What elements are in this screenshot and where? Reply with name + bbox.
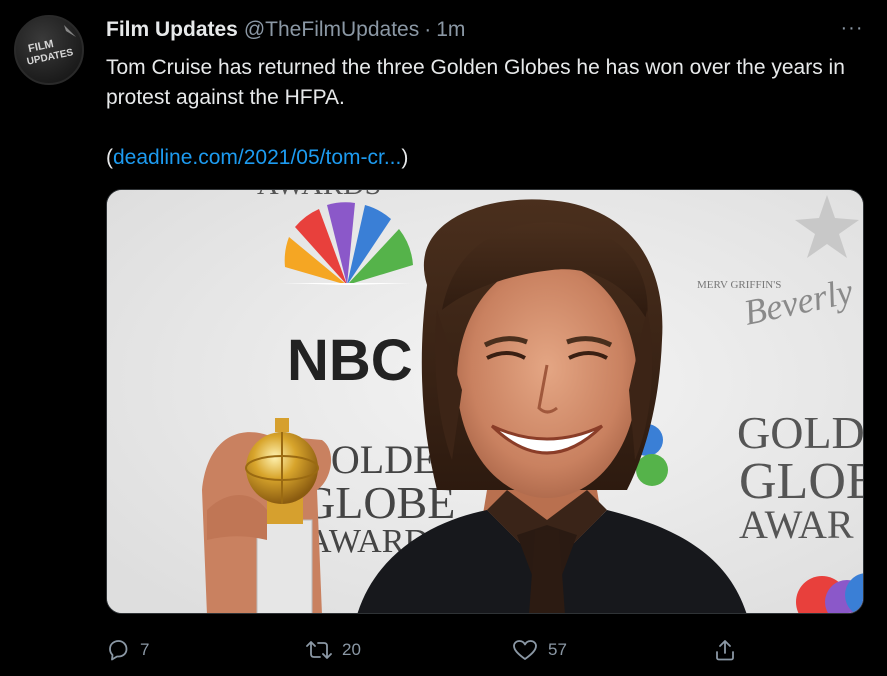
tweet-photo[interactable]: NBC GOLDEN GLOBE AWARDS AWARDS MERV GRIF… (106, 189, 864, 614)
timestamp[interactable]: 1m (436, 18, 465, 42)
tweet-text: Tom Cruise has returned the three Golden… (106, 56, 845, 109)
share-icon (716, 640, 734, 661)
retweet-icon (306, 641, 332, 659)
retweet-count: 20 (342, 640, 361, 659)
tweet-link-line: (deadline.com/2021/05/tom-cr...) (106, 143, 408, 173)
nbc-wordmark: NBC (287, 328, 413, 393)
more-icon: ··· (840, 16, 864, 39)
svg-text:GLOBE: GLOBE (302, 477, 455, 528)
right-golden-globe-text: GOLD GLOB AWAR (737, 407, 864, 547)
reply-button[interactable]: 7 (106, 632, 149, 668)
display-name[interactable]: Film Updates (106, 18, 238, 42)
reply-count: 7 (140, 640, 150, 659)
link-close-paren: ) (401, 146, 409, 169)
photo-illustration: NBC GOLDEN GLOBE AWARDS AWARDS MERV GRIF… (107, 190, 864, 613)
article-link[interactable]: deadline.com/2021/05/tom-cr... (113, 146, 401, 169)
retweet-button[interactable]: 20 (306, 632, 361, 668)
link-open-paren: ( (106, 146, 113, 169)
tweet: FILM UPDATES Film Updates @TheFilmUpdate… (0, 0, 887, 676)
heart-icon (513, 640, 537, 660)
svg-text:AWARDS: AWARDS (257, 190, 381, 201)
tweet-header: Film Updates @TheFilmUpdates · 1m (106, 18, 465, 44)
tweet-actions: 7 20 57 (106, 632, 746, 668)
separator-dot: · (424, 18, 432, 41)
avatar-logo-icon: FILM UPDATES (26, 25, 76, 68)
svg-text:GOLD: GOLD (737, 407, 864, 458)
like-count: 57 (548, 640, 567, 659)
more-options-button[interactable]: ··· (837, 16, 867, 40)
handle[interactable]: @TheFilmUpdates (244, 18, 419, 42)
share-button[interactable] (713, 632, 737, 668)
avatar[interactable]: FILM UPDATES (14, 15, 84, 85)
svg-text:AWAR: AWAR (739, 502, 854, 547)
like-button[interactable]: 57 (512, 632, 567, 668)
reply-icon (109, 640, 128, 661)
